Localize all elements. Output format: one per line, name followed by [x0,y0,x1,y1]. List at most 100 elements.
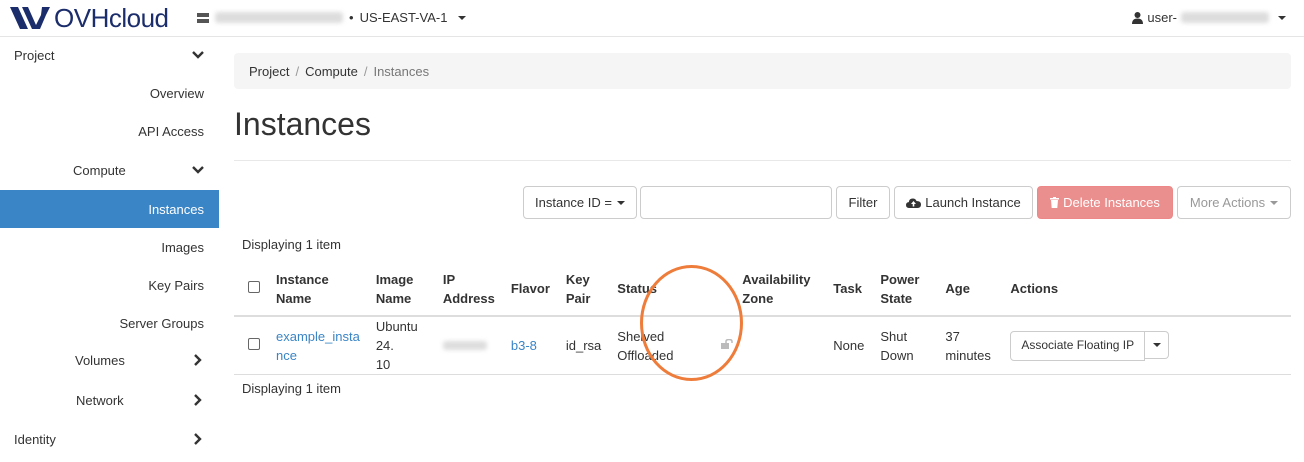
power-state-cell: Shut Down [872,316,938,375]
breadcrumb-instances: Instances [373,63,430,79]
sidebar-item-images[interactable]: Images [0,228,219,266]
filter-field-select[interactable]: Instance ID = [523,186,637,219]
project-region-dropdown[interactable]: • US-EAST-VA-1 [197,10,467,25]
ovhcloud-logo-icon [10,7,50,29]
age-cell: 37 minutes [937,316,1003,375]
server-icon [197,12,209,23]
col-task[interactable]: Task [825,262,873,317]
chevron-down-icon [616,200,625,205]
actions-cell: Associate Floating IP [1002,316,1291,375]
status-text-line1: Shelved [617,328,665,344]
username-blurred [1181,12,1269,23]
row-actions-dropdown[interactable] [1145,330,1170,359]
sidebar-item-key-pairs[interactable]: Key Pairs [0,266,219,304]
availability-zone-cell [734,316,826,375]
more-actions-button[interactable]: More Actions [1177,186,1291,219]
breadcrumb-separator: / [295,63,300,79]
user-menu[interactable]: user- [1132,10,1286,25]
sidebar-item-label: Identity [14,431,56,447]
username-prefix: user- [1147,10,1177,25]
instance-name-cell: example_insta nce [268,316,368,375]
chevron-down-icon [1152,342,1161,347]
chevron-down-icon [458,15,467,20]
col-availability-zone[interactable]: Availability Zone [734,262,826,317]
top-navbar: OVHcloud • US-EAST-VA-1 user- [0,0,1304,37]
delete-instances-button[interactable]: Delete Instances [1037,186,1173,219]
col-age[interactable]: Age [937,262,1003,317]
sidebar-item-identity[interactable]: Identity [0,420,219,458]
sidebar-item-instances[interactable]: Instances [0,190,219,228]
sidebar-item-server-groups[interactable]: Server Groups [0,304,219,342]
task-cell: None [825,316,873,375]
region-label: US-EAST-VA-1 [359,10,448,25]
col-ip-address[interactable]: IP Address [434,262,503,317]
sidebar: Project Overview API Access Compute Inst… [0,36,219,462]
region-separator: • [349,10,354,25]
select-all-header [234,262,268,317]
sidebar-item-label: Project [14,47,55,63]
sidebar-item-label: Server Groups [119,315,204,331]
col-status[interactable]: Status [609,262,735,317]
flavor-link[interactable]: b3-8 [511,338,537,353]
col-flavor[interactable]: Flavor [502,262,558,317]
filter-input[interactable] [640,186,832,219]
breadcrumb-separator: / [363,63,368,79]
instances-table: Instance Name Image Name IP Address Flavor … [234,262,1291,375]
sidebar-item-project[interactable]: Project [0,36,219,74]
row-select-cell [234,316,268,375]
table-header-row: Instance Name Image Name IP Address Flavor … [234,262,1291,317]
chevron-right-icon [194,394,202,406]
table-row: example_insta nce Ubuntu 24. 10 b3-8 id_rs… [234,316,1291,375]
more-actions-label: More Actions [1189,195,1266,210]
chevron-down-icon [1278,15,1286,20]
ip-address-blurred [442,341,487,350]
col-image-name[interactable]: Image Name [367,262,435,317]
row-checkbox[interactable] [248,338,260,350]
launch-instance-label: Launch Instance [925,195,1021,210]
select-all-checkbox[interactable] [248,281,260,293]
user-icon [1132,11,1144,24]
sidebar-item-volumes[interactable]: Volumes [0,341,219,379]
col-power-state[interactable]: Power State [872,262,938,317]
chevron-right-icon [194,433,202,445]
item-count-bottom: Displaying 1 item [242,381,341,396]
launch-instance-button[interactable]: Launch Instance [894,186,1033,219]
col-key-pair[interactable]: Key Pair [557,262,610,317]
sidebar-item-label: Key Pairs [148,277,204,293]
breadcrumb-compute[interactable]: Compute [305,64,358,79]
sidebar-item-label: Compute [73,162,126,178]
sidebar-item-compute[interactable]: Compute [0,151,219,189]
instance-name-link[interactable]: example_insta nce [276,329,360,363]
ovhcloud-logo[interactable]: OVHcloud [8,2,169,33]
flavor-cell: b3-8 [502,316,558,375]
breadcrumb-project[interactable]: Project [249,64,289,79]
key-pair-cell: id_rsa [557,316,610,375]
sidebar-item-label: Overview [149,85,204,101]
divider [234,160,1291,161]
sidebar-item-label: Network [76,392,124,408]
col-actions: Actions [1002,262,1291,317]
row-action-group: Associate Floating IP [1010,330,1283,361]
page-title: Instances [234,106,371,142]
chevron-down-icon [1270,200,1279,205]
unlock-icon [721,339,734,349]
sidebar-item-overview[interactable]: Overview [0,74,219,112]
image-name-cell: Ubuntu 24. 10 [367,316,435,375]
filter-button[interactable]: Filter [836,186,890,219]
project-name-blurred [215,12,343,23]
sidebar-item-label: API Access [138,123,204,139]
brand-name: OVHcloud [54,2,169,33]
ip-address-cell [434,316,503,375]
chevron-down-icon [192,51,204,59]
sidebar-item-network[interactable]: Network [0,381,219,419]
breadcrumb: Project / Compute / Instances [234,53,1291,89]
col-instance-name[interactable]: Instance Name [268,262,368,317]
cloud-upload-icon [906,198,922,208]
trash-icon [1050,197,1060,208]
delete-instances-label: Delete Instances [1063,195,1160,210]
status-cell: Shelved Offloaded [609,316,735,375]
associate-floating-ip-button[interactable]: Associate Floating IP [1010,330,1146,361]
filter-field-label: Instance ID = [535,195,612,210]
status-text-line2: Offloaded [617,347,674,363]
sidebar-item-api-access[interactable]: API Access [0,112,219,150]
